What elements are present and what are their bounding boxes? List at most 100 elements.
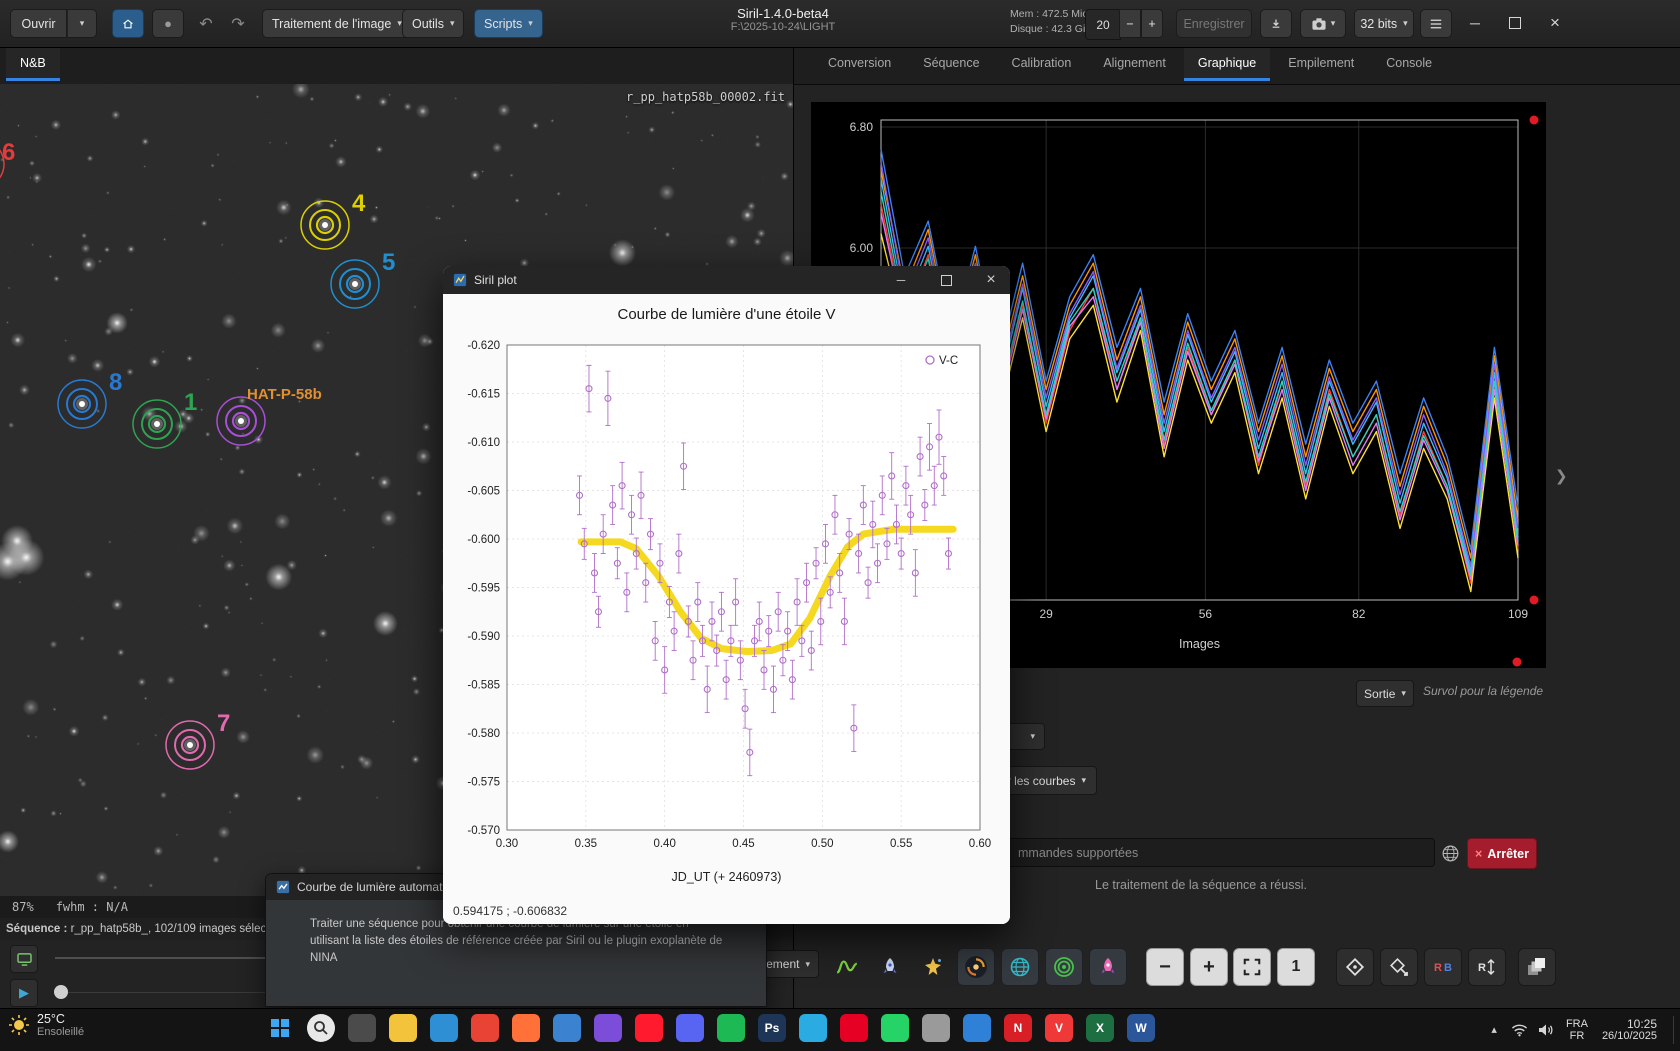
- svg-text:-0.575: -0.575: [467, 777, 500, 789]
- redo-button[interactable]: ↷: [224, 9, 252, 38]
- plot-minimize-button[interactable]: ─: [882, 266, 920, 294]
- tray-chevron-icon[interactable]: ▴: [1491, 1024, 1497, 1036]
- open-dropdown-button[interactable]: ▾: [67, 9, 97, 38]
- obs-studio[interactable]: [922, 1014, 950, 1042]
- zoom-in-button[interactable]: +: [1190, 948, 1228, 986]
- globe-icon: [1441, 844, 1460, 863]
- whatsapp[interactable]: [881, 1014, 909, 1042]
- excel[interactable]: X: [1086, 1014, 1114, 1042]
- hamburger-menu-button[interactable]: [1420, 9, 1452, 38]
- tab-console[interactable]: Console: [1372, 47, 1446, 81]
- psf-curve-icon[interactable]: [828, 948, 866, 986]
- export-button[interactable]: [1260, 9, 1292, 38]
- tab-séquence[interactable]: Séquence: [909, 47, 993, 81]
- increment-button[interactable]: +: [1141, 9, 1163, 38]
- sortie-dropdown[interactable]: Sortie▾: [1356, 680, 1414, 707]
- firefox-browser[interactable]: [512, 1014, 540, 1042]
- save-button[interactable]: Enregistrer: [1176, 9, 1252, 38]
- minimize-button[interactable]: ─: [1462, 10, 1488, 36]
- photometry-target-icon[interactable]: [1045, 948, 1083, 986]
- svg-text:0.30: 0.30: [496, 838, 518, 850]
- panel-expand-chevron[interactable]: ❯: [1555, 467, 1568, 485]
- home-button[interactable]: [112, 9, 144, 38]
- photos[interactable]: [594, 1014, 622, 1042]
- start-button[interactable]: [266, 1014, 294, 1042]
- star-annotation-1[interactable]: 1: [133, 389, 197, 448]
- weather-widget[interactable]: 25°C Ensoleillé: [8, 1012, 84, 1038]
- tab-alignement[interactable]: Alignement: [1089, 47, 1180, 81]
- star-annotation-5[interactable]: 5: [331, 249, 395, 308]
- tab-nb[interactable]: N&B: [6, 47, 60, 81]
- star-wand-icon[interactable]: [914, 948, 952, 986]
- globe-annotations-icon[interactable]: [1001, 948, 1039, 986]
- mail[interactable]: [553, 1014, 581, 1042]
- star-annotation-7[interactable]: 7: [166, 710, 230, 769]
- svg-text:R: R: [1478, 962, 1486, 974]
- word[interactable]: W: [1127, 1014, 1155, 1042]
- image-processing-menu[interactable]: Traitement de l'image▾: [262, 9, 412, 38]
- zoom-level: 87%: [12, 900, 34, 914]
- clock[interactable]: 10:2526/10/2025: [1602, 1018, 1657, 1042]
- tab-empilement[interactable]: Empilement: [1274, 47, 1368, 81]
- discord[interactable]: [676, 1014, 704, 1042]
- file-explorer[interactable]: [389, 1014, 417, 1042]
- task-view[interactable]: [348, 1014, 376, 1042]
- search[interactable]: [307, 1014, 335, 1042]
- chrome-browser[interactable]: [471, 1014, 499, 1042]
- pinterest[interactable]: [840, 1014, 868, 1042]
- vivaldi-browser[interactable]: V: [1045, 1014, 1073, 1042]
- edge-browser[interactable]: [430, 1014, 458, 1042]
- exoplanet-rocket-icon[interactable]: [1089, 948, 1127, 986]
- star-annotation-HAT-P-58b[interactable]: HAT-P-58b: [217, 386, 322, 445]
- rgb-align-icon[interactable]: R: [1468, 948, 1506, 986]
- svg-text:-0.600: -0.600: [467, 534, 500, 546]
- temperature: 25°C: [37, 1012, 84, 1026]
- decrement-button[interactable]: −: [1119, 9, 1141, 38]
- zoom-fit-button[interactable]: [1233, 948, 1271, 986]
- scripts-menu[interactable]: Scripts▾: [474, 9, 543, 38]
- working-directory: F:\2025-10-24\LIGHT: [603, 21, 963, 33]
- bottom-toolbar: tement▾ −+1RBR: [0, 948, 1680, 990]
- bit-depth-dropdown[interactable]: 32 bits▾: [1354, 9, 1414, 38]
- tab-calibration[interactable]: Calibration: [998, 47, 1086, 81]
- wifi-icon[interactable]: [1511, 1023, 1528, 1037]
- opera-browser[interactable]: [635, 1014, 663, 1042]
- layers-icon[interactable]: [1518, 948, 1556, 986]
- star-annotation-4[interactable]: 4: [301, 190, 366, 249]
- star-annotation-8[interactable]: 8: [58, 369, 122, 428]
- undo-button[interactable]: ↶: [192, 9, 220, 38]
- spotify[interactable]: [717, 1014, 745, 1042]
- siril-plot-window[interactable]: Siril plot ─ × 0.300.350.400.450.500.550…: [443, 266, 1010, 924]
- tab-graphique[interactable]: Graphique: [1184, 47, 1270, 81]
- close-button[interactable]: ×: [1542, 10, 1568, 36]
- tab-conversion[interactable]: Conversion: [814, 47, 905, 81]
- rgb-compose-icon[interactable]: RB: [1424, 948, 1462, 986]
- snapshot-button[interactable]: ▾: [1300, 9, 1346, 38]
- vs-code[interactable]: [963, 1014, 991, 1042]
- tools-menu[interactable]: Outils▾: [402, 9, 464, 38]
- language-indicator[interactable]: FRAFR: [1566, 1018, 1588, 1042]
- star-annotation-6[interactable]: 6: [0, 139, 15, 188]
- photometry-arrow-icon[interactable]: [1380, 948, 1418, 986]
- astrometry-rocket-icon[interactable]: [871, 948, 909, 986]
- legend-hint: Survol pour la légende: [1423, 684, 1543, 698]
- open-button[interactable]: Ouvrir: [10, 9, 67, 38]
- stop-button[interactable]: × Arrêter: [1467, 838, 1537, 869]
- plot-window-titlebar[interactable]: Siril plot ─ ×: [443, 266, 1010, 294]
- thread-count-input[interactable]: [1085, 9, 1121, 40]
- lightcurve-plot[interactable]: 0.300.350.400.450.500.550.60-0.620-0.615…: [443, 294, 1010, 924]
- language-globe-button[interactable]: [1437, 840, 1463, 866]
- spiral-galaxy-icon[interactable]: [957, 948, 995, 986]
- plot-close-button[interactable]: ×: [972, 266, 1010, 294]
- telegram[interactable]: [799, 1014, 827, 1042]
- netflix[interactable]: N: [1004, 1014, 1032, 1042]
- photoshop[interactable]: Ps: [758, 1014, 786, 1042]
- zoom-one-button[interactable]: 1: [1277, 948, 1315, 986]
- show-desktop-button[interactable]: [1673, 1016, 1678, 1044]
- plot-maximize-button[interactable]: [927, 266, 965, 294]
- maximize-button[interactable]: [1502, 10, 1528, 36]
- record-button[interactable]: ●: [152, 9, 184, 38]
- quick-photometry-icon[interactable]: [1336, 948, 1374, 986]
- zoom-out-button[interactable]: −: [1146, 948, 1184, 986]
- speaker-icon[interactable]: [1538, 1023, 1554, 1037]
